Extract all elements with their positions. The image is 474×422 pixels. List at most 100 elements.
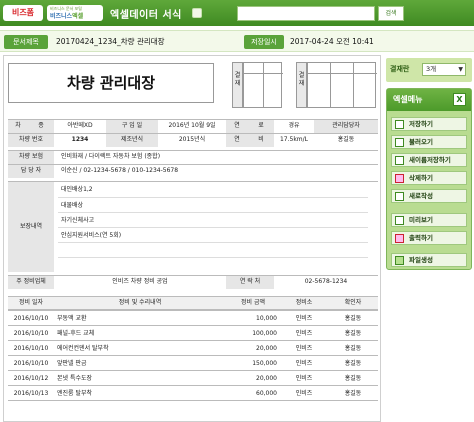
new-file-icon (395, 192, 404, 201)
history-row-empty[interactable] (8, 400, 378, 415)
open-button[interactable]: 불러오기 (391, 135, 467, 149)
shop-name[interactable]: 인비즈 차량 정비 공업 (54, 276, 226, 289)
history-cell[interactable]: 2016/10/13 (8, 386, 54, 400)
model-year[interactable]: 2015년식 (158, 134, 226, 147)
print-icon (395, 234, 404, 243)
history-cell[interactable]: 앞판넬 판금 (54, 356, 226, 370)
save-as-icon (395, 156, 404, 165)
create-file-button[interactable]: 파일생성 (391, 253, 467, 267)
history-cell[interactable]: 부동액 교환 (54, 311, 226, 325)
history-cell[interactable]: 100,000 (226, 326, 280, 340)
history-col-date: 정비 일자 (19, 299, 43, 306)
approval-count-panel: 결재란 3개 ▼ (386, 58, 472, 82)
history-cell[interactable]: 20,000 (226, 371, 280, 385)
history-cell[interactable]: 엔진룸 탈부착 (54, 386, 226, 400)
plate-number[interactable]: 1234 (54, 134, 106, 147)
saved-value: 2017-04-24 오전 10:41 (290, 37, 374, 46)
save-icon (395, 120, 404, 129)
print-button[interactable]: 출력하기 (391, 231, 467, 245)
history-col-work: 정비 및 수리내역 (118, 299, 162, 306)
save-button[interactable]: 저장하기 (391, 117, 467, 131)
history-cell[interactable]: 2016/10/10 (8, 326, 54, 340)
history-cell[interactable]: 본넷 특수도장 (54, 371, 226, 385)
coverage-block: 보장내역 대인배상1,2 대물배상 자기신체사고 안심지원서비스(연 5회) (8, 181, 378, 272)
fuel-type[interactable]: 경유 (274, 120, 314, 133)
history-row: 2016/10/10 에어컨컨덴서 탈부착 20,000 인비즈 홍길동 (8, 340, 378, 355)
history-cell[interactable]: 패널-후드 교체 (54, 326, 226, 340)
search-button[interactable]: 검색 (378, 6, 404, 21)
vehicle-row-2: 차량 번호 1234 제조년식 2015년식 연 비 17.5km/L 홍길동 (8, 133, 378, 147)
coverage-item[interactable] (58, 242, 368, 257)
delete-button[interactable]: 삭제하기 (391, 171, 467, 185)
open-icon (395, 138, 404, 147)
file-create-icon (395, 256, 404, 265)
history-cell[interactable]: 인비즈 (280, 341, 328, 355)
new-button[interactable]: 새로작성 (391, 189, 467, 203)
coverage-item[interactable]: 대인배상1,2 (58, 182, 368, 197)
bizexcel-logo[interactable]: 비즈니스 문서 포털 비즈니스엑셀 (47, 5, 103, 21)
history-cell[interactable]: 인비즈 (280, 371, 328, 385)
chevron-down-icon: ▼ (458, 66, 463, 73)
history-header: 정비 일자 정비 및 수리내역 정비 금액 정비소 확인자 (8, 296, 378, 310)
history-cell[interactable]: 홍길동 (328, 326, 378, 340)
vehicle-model[interactable]: 아반떼XD (54, 120, 106, 133)
vehicle-row-1: 차 종 아반떼XD 구 입 일 2016년 10월 9일 연 료 경유 관리담당… (8, 119, 378, 133)
history-col-checker: 확인자 (344, 299, 362, 306)
history-row: 2016/10/10 부동액 교환 10,000 인비즈 홍길동 (8, 310, 378, 325)
history-cell[interactable]: 20,000 (226, 341, 280, 355)
manager-row: 담 당 자 이순신 / 02-1234-5678 / 010-1234-5678 (8, 164, 378, 178)
history-cell[interactable]: 2016/10/10 (8, 311, 54, 325)
doc-info-bar: 문서제목 20170424_1234_차량 관리대장 저장일시 2017-04-… (0, 30, 474, 52)
history-cell[interactable]: 150,000 (226, 356, 280, 370)
history-row: 2016/10/12 본넷 특수도장 20,000 인비즈 홍길동 (8, 370, 378, 385)
app-header: 비즈폼 비즈니스 문서 포털 비즈니스엑셀 엑셀데이터 서식 검색 (0, 0, 474, 26)
approval-count-select[interactable]: 3개 ▼ (422, 63, 466, 76)
coverage-item[interactable]: 자기신체사고 (58, 212, 368, 227)
history-cell[interactable]: 2016/10/10 (8, 356, 54, 370)
document-title: 차량 관리대장 (8, 63, 214, 103)
purchase-date[interactable]: 2016년 10월 9일 (158, 120, 226, 133)
history-cell[interactable]: 홍길동 (328, 386, 378, 400)
preview-button[interactable]: 미리보기 (391, 213, 467, 227)
history-cell[interactable]: 10,000 (226, 311, 280, 325)
fuel-efficiency[interactable]: 17.5km/L (274, 134, 314, 147)
history-col-cost: 정비 금액 (241, 299, 265, 306)
history-cell[interactable]: 2016/10/10 (8, 341, 54, 355)
history-cell[interactable]: 인비즈 (280, 356, 328, 370)
doc-title-label: 문서제목 (4, 35, 48, 49)
bizpum-logo[interactable]: 비즈폼 (3, 5, 43, 21)
approval-count-label: 결재란 (390, 65, 410, 73)
coverage-item[interactable]: 대물배상 (58, 197, 368, 212)
stamp-label: 결재 (297, 63, 307, 107)
manager-name[interactable]: 홍길동 (314, 134, 378, 147)
history-cell[interactable]: 홍길동 (328, 341, 378, 355)
saved-label: 저장일시 (244, 35, 284, 49)
insurance-value[interactable]: 인비화재 / 다이렉트 자동차 보험 (종합) (58, 151, 358, 164)
app-title: 엑셀데이터 서식 (110, 10, 182, 21)
approval-stamp-1: 결재 (232, 62, 283, 108)
history-cell[interactable]: 인비즈 (280, 386, 328, 400)
coverage-item[interactable]: 안심지원서비스(연 5회) (58, 227, 368, 242)
delete-icon (395, 174, 404, 183)
history-row: 2016/10/10 앞판넬 판금 150,000 인비즈 홍길동 (8, 355, 378, 370)
shop-contact[interactable]: 02-5678-1234 (274, 276, 378, 289)
stamp-label: 결재 (233, 63, 243, 107)
excel-menu-panel: 엑셀메뉴 X 저장하기 불러오기 새이름저장하기 삭제하기 새로작성 미리보기 … (386, 88, 472, 270)
search-input[interactable] (237, 6, 375, 21)
excel-icon: X (453, 93, 466, 106)
save-as-button[interactable]: 새이름저장하기 (391, 153, 467, 167)
preview-icon (395, 216, 404, 225)
history-row: 2016/10/10 패널-후드 교체 100,000 인비즈 홍길동 (8, 325, 378, 340)
history-cell[interactable]: 인비즈 (280, 311, 328, 325)
history-cell[interactable]: 에어컨컨덴서 탈부착 (54, 341, 226, 355)
history-col-shop: 정비소 (295, 299, 313, 306)
excel-document[interactable]: 차량 관리대장 결재 결재 차 종 아반떼XD 구 입 일 2016년 10월 … (3, 55, 381, 422)
history-cell[interactable]: 60,000 (226, 386, 280, 400)
history-cell[interactable]: 홍길동 (328, 356, 378, 370)
history-cell[interactable]: 2016/10/12 (8, 371, 54, 385)
history-cell[interactable]: 홍길동 (328, 371, 378, 385)
coverage-item[interactable] (58, 257, 368, 272)
manager-contact[interactable]: 이순신 / 02-1234-5678 / 010-1234-5678 (58, 165, 358, 178)
history-cell[interactable]: 인비즈 (280, 326, 328, 340)
history-cell[interactable]: 홍길동 (328, 311, 378, 325)
